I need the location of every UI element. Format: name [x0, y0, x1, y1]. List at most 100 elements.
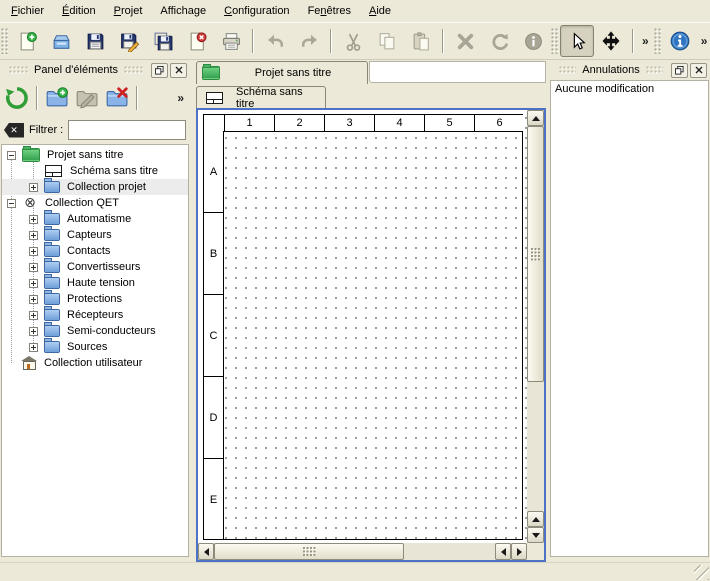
close-document-button[interactable]: [180, 25, 214, 57]
toolbar-drag-handle[interactable]: [1, 28, 8, 54]
element-info-button[interactable]: [516, 25, 550, 57]
tree-expand-toggle[interactable]: [29, 231, 38, 240]
toolbar-overflow-button[interactable]: »: [697, 34, 710, 48]
clear-filter-button[interactable]: ✕: [4, 123, 24, 138]
undo-panel-titlebar[interactable]: Annulations: [550, 60, 710, 80]
save-button[interactable]: [78, 25, 112, 57]
scroll-up-button-2[interactable]: [527, 511, 544, 527]
tree-item[interactable]: Projet sans titre: [2, 147, 188, 163]
panel-toolbar-overflow-button[interactable]: »: [173, 91, 188, 105]
tree-item[interactable]: Convertisseurs: [2, 259, 188, 275]
scrollbar-corner: [527, 543, 544, 560]
undo-button[interactable]: [258, 25, 292, 57]
tree-item[interactable]: Collection QET: [2, 195, 188, 211]
filter-input[interactable]: [68, 120, 186, 140]
menu-item[interactable]: Affichage: [151, 2, 215, 20]
dock-title-texture: [124, 66, 143, 74]
print-button[interactable]: [214, 25, 248, 57]
save-as-button[interactable]: [112, 25, 146, 57]
open-document-button[interactable]: [44, 25, 78, 57]
delete-category-button[interactable]: [102, 83, 132, 113]
tree-expand-toggle[interactable]: [29, 263, 38, 272]
vertical-scrollbar[interactable]: [527, 110, 544, 543]
save-all-button[interactable]: [146, 25, 180, 57]
tree-expand-toggle[interactable]: [29, 295, 38, 304]
cut-button[interactable]: [336, 25, 370, 57]
tree-item[interactable]: Capteurs: [2, 227, 188, 243]
elements-panel-titlebar[interactable]: Panel d'éléments: [0, 60, 190, 80]
pan-mode-icon: [600, 30, 622, 52]
tree-item-icon: [45, 262, 59, 272]
scroll-down-button[interactable]: [527, 527, 544, 543]
toolbar-drag-handle[interactable]: [551, 28, 558, 54]
select-mode-button[interactable]: [560, 25, 594, 57]
tree-item[interactable]: Schéma sans titre: [2, 163, 188, 179]
scroll-up-button[interactable]: [527, 110, 544, 126]
horizontal-scrollbar[interactable]: [198, 543, 527, 560]
tree-item[interactable]: Sources: [2, 339, 188, 355]
tree-expand-toggle[interactable]: [29, 327, 38, 336]
copy-button[interactable]: [370, 25, 404, 57]
rotate-button[interactable]: [482, 25, 516, 57]
delete-icon: [455, 31, 476, 52]
menu-item[interactable]: Projet: [105, 2, 152, 20]
new-document-button[interactable]: [10, 25, 44, 57]
pan-mode-button[interactable]: [594, 25, 628, 57]
menu-item[interactable]: Fenêtres: [299, 2, 360, 20]
vertical-scrollbar-thumb[interactable]: [527, 126, 544, 382]
scroll-left-button[interactable]: [198, 543, 214, 560]
tree-expand-toggle[interactable]: [7, 199, 16, 208]
horizontal-scrollbar-thumb[interactable]: [214, 543, 404, 560]
tree-expand-toggle[interactable]: [29, 279, 38, 288]
paste-button[interactable]: [404, 25, 438, 57]
dock-float-button[interactable]: [151, 63, 168, 78]
tab-project[interactable]: Projet sans titre: [196, 61, 368, 84]
tree-expand-toggle[interactable]: [29, 183, 38, 192]
dock-float-button[interactable]: [671, 63, 688, 78]
toolbar-drag-handle[interactable]: [654, 28, 661, 54]
tab-bar-empty-area: [369, 61, 546, 83]
tree-item[interactable]: Automatisme: [2, 211, 188, 227]
tree-item[interactable]: Contacts: [2, 243, 188, 259]
tree-item-icon: [45, 246, 59, 256]
tree-expand-toggle[interactable]: [29, 311, 38, 320]
dock-close-button[interactable]: [170, 63, 187, 78]
horizontal-scrollbar-track[interactable]: [404, 543, 495, 560]
reload-collections-button[interactable]: [2, 83, 32, 113]
undo-list-item[interactable]: Aucune modification: [551, 81, 708, 99]
redo-button[interactable]: [292, 25, 326, 57]
scroll-right-button[interactable]: [511, 543, 527, 560]
edit-category-button[interactable]: [72, 83, 102, 113]
tree-item[interactable]: Récepteurs: [2, 307, 188, 323]
tree-expand-toggle[interactable]: [7, 151, 16, 160]
elements-panel-title: Panel d'éléments: [34, 64, 118, 76]
elements-tree[interactable]: Projet sans titre Schéma sans titre Coll…: [1, 144, 189, 557]
tree-expand-toggle[interactable]: [29, 343, 38, 352]
tree-item[interactable]: Semi-conducteurs: [2, 323, 188, 339]
delete-button[interactable]: [448, 25, 482, 57]
tree-item[interactable]: Collection projet: [2, 179, 188, 195]
tree-item[interactable]: Collection utilisateur: [2, 355, 188, 371]
menu-item[interactable]: Fichier: [2, 2, 53, 20]
tree-item-label: Collection QET: [43, 197, 121, 209]
about-qet-button[interactable]: [663, 25, 697, 57]
menu-item[interactable]: Édition: [53, 2, 105, 20]
undo-list[interactable]: Aucune modification: [550, 80, 709, 557]
project-tab-label: Projet sans titre: [225, 67, 361, 79]
tree-item[interactable]: Haute tension: [2, 275, 188, 291]
resize-grip[interactable]: [694, 565, 709, 580]
tree-expand-toggle[interactable]: [29, 247, 38, 256]
new-category-button[interactable]: [42, 83, 72, 113]
scroll-left-button-2[interactable]: [495, 543, 511, 560]
menu-item[interactable]: Configuration: [215, 2, 298, 20]
menu-bar: Fichier Édition Projet Affichage Configu…: [0, 0, 710, 22]
tab-schema[interactable]: Schéma sans titre: [196, 86, 326, 108]
diagram-view[interactable]: 1 2 3 4 5 6: [196, 108, 546, 562]
tree-item[interactable]: Protections: [2, 291, 188, 307]
tree-expand-toggle[interactable]: [29, 215, 38, 224]
vertical-scrollbar-track[interactable]: [527, 382, 544, 511]
dock-close-button[interactable]: [690, 63, 707, 78]
menu-item[interactable]: Aide: [360, 2, 400, 20]
diagram-canvas[interactable]: 1 2 3 4 5 6: [198, 110, 527, 543]
toolbar-overflow-button[interactable]: »: [638, 34, 653, 48]
